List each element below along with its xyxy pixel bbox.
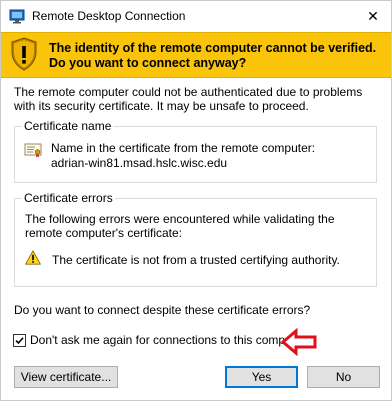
certificate-icon xyxy=(24,143,42,158)
close-button[interactable]: ✕ xyxy=(355,1,391,31)
dont-ask-again-checkbox[interactable] xyxy=(13,334,26,347)
certificate-error-item: The certificate is not from a trusted ce… xyxy=(52,253,340,267)
certificate-name-description: Name in the certificate from the remote … xyxy=(51,141,316,155)
certificate-errors-group: Certificate errors The following errors … xyxy=(14,191,377,287)
remote-desktop-icon xyxy=(9,9,25,24)
banner-heading: The identity of the remote computer cann… xyxy=(49,41,377,70)
warning-banner: The identity of the remote computer cann… xyxy=(1,32,391,78)
intro-text: The remote computer could not be authent… xyxy=(14,85,363,113)
warning-icon xyxy=(25,250,41,265)
dont-ask-again-label[interactable]: Don't ask me again for connections to th… xyxy=(30,333,306,347)
certificate-name-label: Certificate name xyxy=(22,119,114,133)
connect-question: Do you want to connect despite these cer… xyxy=(14,303,311,317)
certificate-name-value: adrian-win81.msad.hslc.wisc.edu xyxy=(51,156,228,170)
no-button[interactable]: No xyxy=(307,366,380,388)
close-icon: ✕ xyxy=(367,8,379,24)
red-arrow-annotation-icon xyxy=(280,328,317,356)
security-shield-icon xyxy=(11,37,37,71)
certificate-errors-label: Certificate errors xyxy=(22,191,115,205)
yes-button[interactable]: Yes xyxy=(225,366,298,388)
certificate-errors-description: The following errors were encountered wh… xyxy=(25,212,335,240)
window-title: Remote Desktop Connection xyxy=(32,9,186,23)
checkmark-icon xyxy=(15,337,24,345)
title-bar[interactable]: Remote Desktop Connection ✕ xyxy=(1,1,391,32)
remote-desktop-dialog: Remote Desktop Connection ✕ The identity… xyxy=(0,0,392,401)
view-certificate-button[interactable]: View certificate... xyxy=(14,366,118,388)
certificate-name-group: Certificate name Name in the certificate… xyxy=(14,119,377,183)
